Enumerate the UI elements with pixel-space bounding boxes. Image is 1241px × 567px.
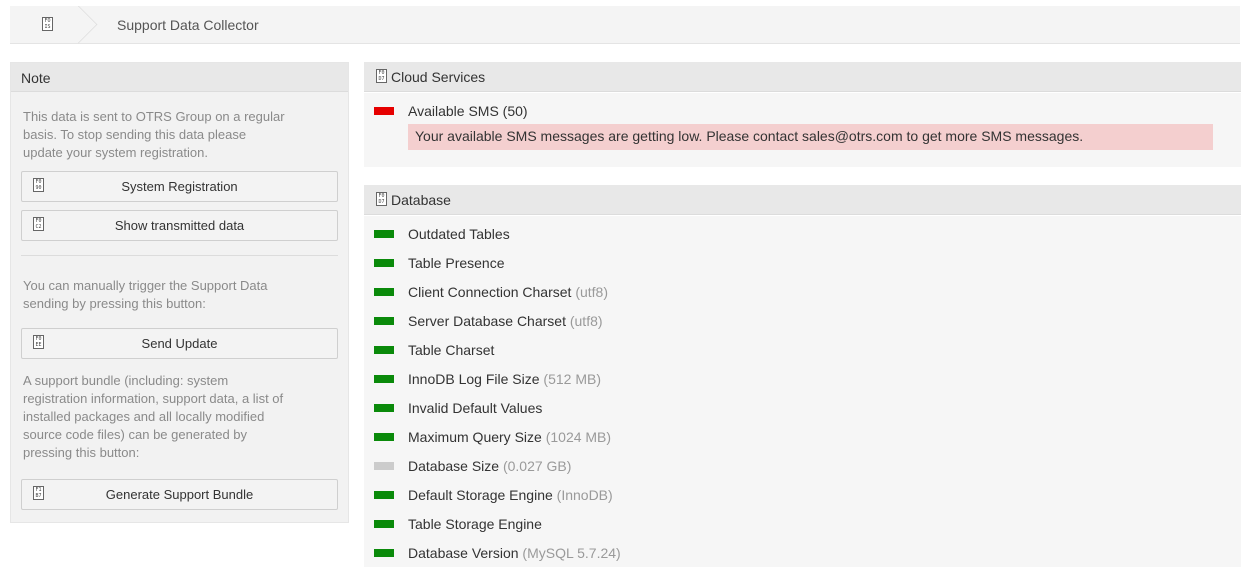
status-indicator [374,404,394,412]
status-indicator-error [374,107,394,115]
cloud-services-header[interactable]: F0 D7 Cloud Services [364,62,1241,92]
send-update-button[interactable]: F0 EE Send Update [21,328,338,359]
sidebar-text-bundle: A support bundle (including: system regi… [23,373,284,460]
sidebar-title: Note [11,63,348,92]
show-transmitted-data-button[interactable]: F0 C2 Show transmitted data [21,210,338,241]
support-collector-icon: FO IS [42,17,53,31]
breadcrumb-label: Support Data Collector [117,17,259,33]
status-indicator [374,259,394,267]
database-header[interactable]: F0 D7 Database [364,185,1241,215]
sms-warning-message: Your available SMS messages are getting … [408,124,1213,150]
note-sidebar: Note This data is sent to OTRS Group on … [10,62,349,523]
cloud-services-title: Cloud Services [391,69,486,85]
breadcrumb-home[interactable]: FO IS [10,6,85,44]
status-indicator [374,288,394,296]
status-indicator-info [374,462,394,470]
system-registration-button[interactable]: F0 90 System Registration [21,171,338,202]
status-indicator [374,346,394,354]
sidebar-divider [21,255,338,256]
status-indicator [374,317,394,325]
breadcrumb-separator [78,6,102,44]
sidebar-text-send: You can manually trigger the Support Dat… [23,278,268,311]
status-indicator [374,433,394,441]
collapse-toggle-icon[interactable]: F0 D7 [376,69,387,83]
status-indicator [374,491,394,499]
status-indicator [374,230,394,238]
generate-support-bundle-button[interactable]: F1 B7 Generate Support Bundle [21,479,338,510]
status-indicator [374,520,394,528]
breadcrumb: FO IS Support Data Collector [10,6,1240,44]
status-indicator [374,549,394,557]
collapse-toggle-icon[interactable]: F0 D7 [376,192,387,206]
sidebar-text-registration: This data is sent to OTRS Group on a reg… [23,109,285,160]
status-indicator [374,375,394,383]
database-title: Database [391,192,451,208]
